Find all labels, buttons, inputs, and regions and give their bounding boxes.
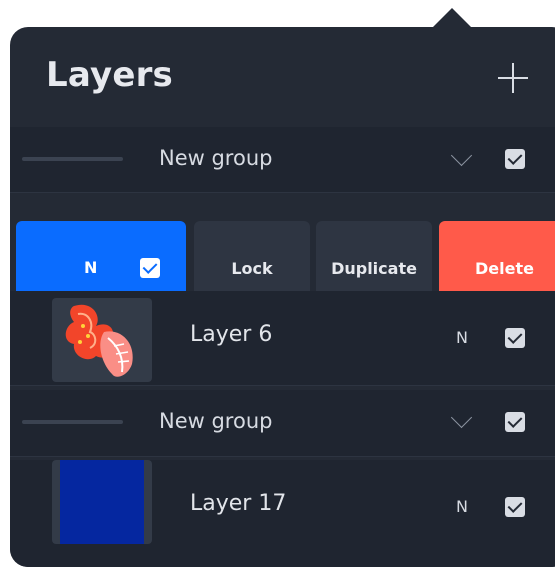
visibility-checkbox[interactable] (140, 258, 160, 278)
layer-thumbnail (52, 460, 152, 544)
visibility-checkbox[interactable] (505, 328, 525, 348)
blend-mode-label[interactable]: N (84, 258, 97, 277)
layer-thumbnail (52, 298, 152, 382)
visibility-checkbox[interactable] (505, 149, 525, 169)
group-indicator (22, 157, 123, 161)
layer-row[interactable]: Layer 6 N (10, 291, 555, 386)
layer-name: Layer 17 (190, 491, 287, 516)
blend-mode-label[interactable]: N (456, 328, 468, 347)
layer-name: Layer 6 (190, 322, 273, 347)
chevron-down-icon[interactable] (450, 144, 473, 167)
layer-row[interactable]: Layer 17 N (10, 460, 555, 567)
group-label: New group (159, 409, 273, 433)
group-row[interactable]: New group (10, 127, 555, 193)
visibility-checkbox[interactable] (505, 497, 525, 517)
visibility-checkbox[interactable] (505, 412, 525, 432)
blend-mode-label[interactable]: N (456, 497, 468, 516)
popover-pointer (432, 8, 472, 28)
plus-icon[interactable] (498, 63, 528, 93)
flower-artwork-icon (65, 304, 133, 377)
group-label: New group (159, 146, 273, 170)
group-indicator (22, 420, 123, 424)
group-row[interactable]: New group (10, 390, 555, 457)
layers-panel: Layers New group N Lock Duplicate Delete (10, 27, 555, 567)
solid-blue-fill-icon (60, 460, 144, 544)
panel-title: Layers (46, 55, 173, 95)
chevron-down-icon[interactable] (450, 406, 473, 429)
